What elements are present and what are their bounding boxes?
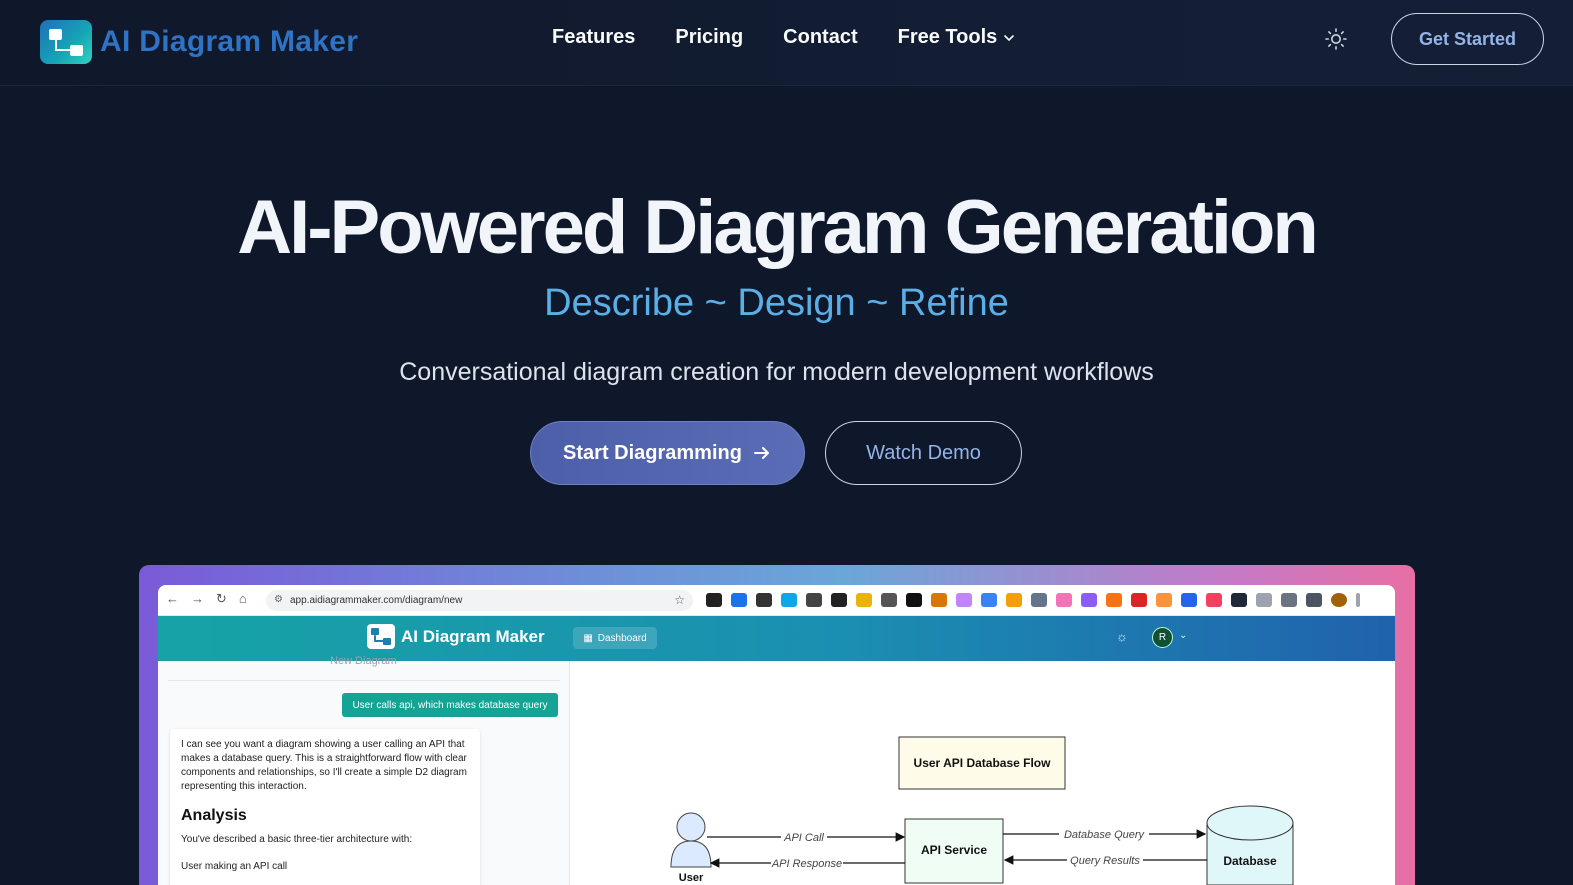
app-avatar: R xyxy=(1152,627,1173,648)
main-nav: Features Pricing Contact Free Tools xyxy=(552,26,1015,49)
nav-free-tools[interactable]: Free Tools xyxy=(898,26,1016,49)
extension-icon xyxy=(806,593,822,607)
api-service-label: API Service xyxy=(921,843,987,857)
site-settings-icon: ⚙ xyxy=(274,594,283,605)
back-arrow-icon: ← xyxy=(166,591,179,606)
extension-icon xyxy=(956,593,972,607)
edge-api-call-label: API Call xyxy=(783,832,824,844)
extension-icon xyxy=(1131,593,1147,607)
analysis-bullet: User making an API call xyxy=(181,861,288,872)
extension-icon xyxy=(1056,593,1072,607)
extension-icon xyxy=(706,593,722,607)
chat-panel: New Diagram User calls api, which makes … xyxy=(158,655,570,885)
extension-icon xyxy=(831,593,847,607)
start-diagramming-label: Start Diagramming xyxy=(563,441,742,464)
browser-toolbar: ← → ↻ ⌂ ⚙ app.aidiagrammaker.com/diagram… xyxy=(158,585,1395,616)
app-brand-logo: AI Diagram Maker xyxy=(367,624,545,649)
extension-icon xyxy=(856,593,872,607)
app-brand-name: AI Diagram Maker xyxy=(401,626,545,646)
profile-icon xyxy=(1331,593,1347,607)
extension-icon xyxy=(1256,593,1272,607)
brand-name: AI Diagram Maker xyxy=(100,25,359,58)
edge-query-results-label: Query Results xyxy=(1070,855,1140,867)
hero-subtitle: Describe ~ Design ~ Refine xyxy=(544,282,1009,324)
extension-icon xyxy=(781,593,797,607)
hero-description: Conversational diagram creation for mode… xyxy=(399,358,1154,386)
diagram-title: User API Database Flow xyxy=(914,756,1052,770)
nav-contact[interactable]: Contact xyxy=(783,26,857,49)
chevron-down-icon xyxy=(1004,34,1015,41)
analysis-heading: Analysis xyxy=(181,807,247,824)
chat-title: New Diagram xyxy=(330,655,397,667)
extension-icon xyxy=(1106,593,1122,607)
extension-icon xyxy=(1206,593,1222,607)
extension-icon xyxy=(931,593,947,607)
extension-icon xyxy=(731,593,747,607)
browser-url-text: app.aidiagrammaker.com/diagram/new xyxy=(290,595,463,606)
site-header: AI Diagram Maker Features Pricing Contac… xyxy=(0,0,1573,86)
extension-icon xyxy=(881,593,897,607)
kebab-menu-icon xyxy=(1356,593,1360,607)
app-logo-icon xyxy=(367,624,395,649)
database-label: Database xyxy=(1223,854,1277,868)
watch-demo-button[interactable]: Watch Demo xyxy=(825,421,1022,485)
user-node-label: User xyxy=(679,872,704,884)
extension-icon xyxy=(906,593,922,607)
extension-icon xyxy=(1306,593,1322,607)
brand-logo[interactable]: AI Diagram Maker xyxy=(40,20,358,64)
extension-icon xyxy=(1156,593,1172,607)
nav-free-tools-label: Free Tools xyxy=(897,26,998,48)
user-node xyxy=(670,812,712,868)
extension-icon xyxy=(1231,593,1247,607)
start-diagramming-button[interactable]: Start Diagramming xyxy=(530,421,805,485)
edge-database-query-label: Database Query xyxy=(1064,829,1146,841)
chevron-down-icon: ⌄ xyxy=(1179,630,1188,641)
dashboard-button: ▦ Dashboard xyxy=(573,627,657,649)
extension-icon xyxy=(1081,593,1097,607)
browser-extension-icons xyxy=(706,593,1360,607)
arrow-right-icon xyxy=(753,447,769,459)
diagram-svg: User API Database Flow User API Service … xyxy=(670,736,1294,885)
grid-icon: ▦ xyxy=(583,632,593,644)
analysis-text: You've described a basic three-tier arch… xyxy=(181,834,413,845)
reload-icon: ↻ xyxy=(216,591,227,606)
app-sun-icon: ☼ xyxy=(1116,629,1128,644)
theme-toggle-button[interactable] xyxy=(1321,24,1351,54)
puzzle-icon xyxy=(1281,593,1297,607)
database-node xyxy=(1206,805,1294,885)
extension-icon xyxy=(1181,593,1197,607)
user-message: User calls api, which makes database que… xyxy=(342,693,558,717)
diagram-logo-icon xyxy=(40,20,92,64)
diagram-canvas: User API Database Flow User API Service … xyxy=(571,661,1395,885)
edge-api-response-label: API Response xyxy=(771,858,842,870)
sun-icon xyxy=(1325,28,1347,50)
bookmark-star-icon: ☆ xyxy=(674,593,685,607)
nav-features[interactable]: Features xyxy=(552,26,635,49)
extension-icon xyxy=(981,593,997,607)
home-icon: ⌂ xyxy=(238,591,247,606)
browser-nav-buttons: ← → ↻ ⌂ xyxy=(166,591,247,607)
dashboard-label: Dashboard xyxy=(597,632,647,644)
extension-icon xyxy=(1006,593,1022,607)
forward-arrow-icon: → xyxy=(191,591,204,606)
ai-message: I can see you want a diagram showing a u… xyxy=(170,729,480,885)
ai-intro-text: I can see you want a diagram showing a u… xyxy=(181,739,467,792)
hero-title: AI-Powered Diagram Generation xyxy=(237,185,1319,270)
extension-icon xyxy=(756,593,772,607)
nav-pricing[interactable]: Pricing xyxy=(675,26,743,49)
browser-url-bar: ⚙ app.aidiagrammaker.com/diagram/new ☆ xyxy=(266,590,693,611)
preview-browser-window: ← → ↻ ⌂ ⚙ app.aidiagrammaker.com/diagram… xyxy=(158,585,1395,885)
get-started-button[interactable]: Get Started xyxy=(1391,13,1544,65)
extension-icon xyxy=(1031,593,1047,607)
chat-divider xyxy=(168,680,560,681)
